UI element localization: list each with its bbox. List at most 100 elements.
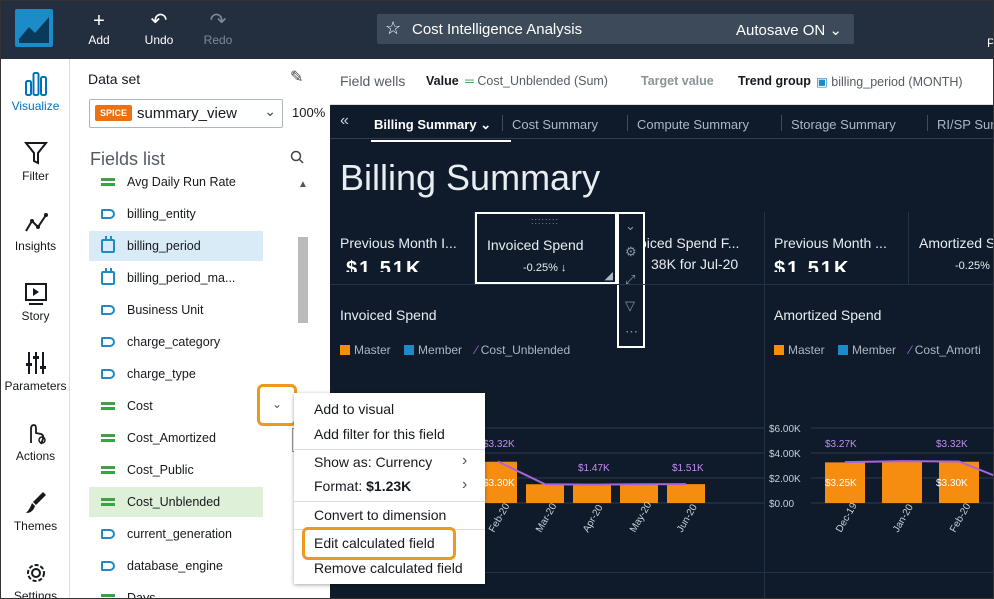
row-divider: [330, 284, 993, 285]
redo-button[interactable]: ↷ Redo: [192, 9, 244, 47]
field-item[interactable]: Days: [89, 583, 263, 598]
collapse-chevron-icon[interactable]: ⌄: [625, 218, 636, 234]
tab-storage-summary[interactable]: Storage Summary: [791, 117, 896, 132]
search-icon[interactable]: [290, 150, 304, 169]
tab-billing-summary[interactable]: Billing Summary ⌄: [370, 117, 512, 142]
trend-group-label: Trend group: [738, 74, 811, 88]
field-item-selected[interactable]: Cost_Unblended: [89, 487, 263, 517]
measure-icon: [101, 495, 115, 509]
kpi-invoiced-spend-forecast[interactable]: oiced Spend F... 38K for Jul-20: [635, 212, 765, 284]
legend-item-master[interactable]: Master: [774, 343, 825, 357]
legend-item-line[interactable]: ⁄ Cost_Unblended: [475, 343, 570, 357]
autosave-dropdown[interactable]: Autosave ON ⌄: [736, 21, 842, 39]
legend-swatch: [774, 345, 784, 355]
amortized-spend-chart[interactable]: $6.00K $4.00K $2.00K $0.00 Dec-19 Jan-20 Feb-2…: [765, 405, 994, 555]
fields-panel: Data set ✎ SPICE summary_view ⌄ 100% Fie…: [70, 59, 330, 598]
field-item[interactable]: charge_category: [89, 327, 263, 357]
profile-initial[interactable]: P: [987, 36, 993, 50]
kpi-previous-month-amortized[interactable]: Previous Month ... $1 51K: [764, 212, 909, 284]
menu-format[interactable]: Format: $1.23K ›: [314, 476, 467, 494]
field-item[interactable]: billing_period_ma...: [89, 263, 263, 293]
field-context-menu: Add to visual Add filter for this field …: [294, 393, 485, 584]
legend-item-member[interactable]: Member: [838, 343, 896, 357]
field-item[interactable]: Cost_Public: [89, 455, 263, 485]
data-label: $3.25K: [825, 478, 857, 489]
tab-ri-sp-summary[interactable]: RI/SP Sur: [937, 117, 993, 132]
data-label: $1.47K: [578, 463, 610, 474]
data-label: $1.51K: [672, 463, 704, 474]
value-well-label: Value: [426, 74, 459, 88]
field-options-dropdown[interactable]: ⌄: [257, 384, 297, 426]
legend-item-member[interactable]: Member: [404, 343, 462, 357]
nav-settings[interactable]: Settings: [1, 559, 70, 598]
resize-handle-icon[interactable]: ◢: [605, 269, 613, 282]
dimension-icon: [101, 369, 115, 379]
menu-remove-calculated-field[interactable]: Remove calculated field: [314, 560, 463, 576]
scroll-thumb[interactable]: [298, 237, 308, 323]
undo-button[interactable]: ↶ Undo: [133, 9, 185, 47]
target-value-well[interactable]: Target value: [641, 74, 714, 88]
data-label: $3.30K: [483, 478, 515, 489]
tab-compute-summary[interactable]: Compute Summary: [637, 117, 749, 132]
value-well[interactable]: ═ Cost_Unblended (Sum): [465, 74, 608, 88]
legend-item-master[interactable]: Master: [340, 343, 391, 357]
field-wells-title[interactable]: Field wells: [340, 73, 405, 89]
kpi-previous-month[interactable]: Previous Month I... $1 51K: [330, 212, 475, 284]
field-item[interactable]: Cost_Amortized: [89, 423, 263, 453]
menu-add-filter[interactable]: Add filter for this field: [314, 426, 445, 442]
visual-toolbar: ⌄ ⚙ ⤢ ▽ ⋯: [617, 212, 645, 348]
nav-story[interactable]: Story: [1, 279, 70, 323]
calendar-icon: ▣: [816, 75, 828, 89]
data-label: $3.27K: [825, 439, 857, 450]
menu-show-as[interactable]: Show as: Currency ›: [314, 452, 467, 470]
x-tick-label: Mar-20: [534, 501, 560, 534]
line-swatch-icon: ⁄: [909, 343, 912, 357]
menu-separator: [294, 501, 485, 502]
field-item[interactable]: database_engine: [89, 551, 263, 581]
more-options-icon[interactable]: ⋯: [625, 324, 638, 340]
y-tick-label: $2.00K: [769, 474, 801, 485]
nav-filter[interactable]: Filter: [1, 139, 70, 183]
data-label: $3.32K: [936, 439, 968, 450]
field-item[interactable]: charge_type: [89, 359, 263, 389]
filter-funnel-icon[interactable]: ▽: [625, 298, 635, 314]
kpi-amortized-spend[interactable]: Amortized S -0.25%: [909, 212, 993, 284]
nav-actions[interactable]: Actions: [1, 419, 70, 463]
analysis-title-bar[interactable]: ☆ Cost Intelligence Analysis Autosave ON…: [377, 14, 854, 44]
nav-visualize[interactable]: Visualize: [1, 69, 70, 113]
expand-icon[interactable]: ⤢: [625, 272, 635, 288]
nav-themes[interactable]: Themes: [1, 489, 70, 533]
field-item[interactable]: billing_entity: [89, 199, 263, 229]
double-chevron-left-icon[interactable]: «: [340, 112, 349, 130]
star-icon[interactable]: ☆: [385, 18, 401, 39]
field-item[interactable]: Cost: [89, 391, 263, 421]
sheet-title: Billing Summary: [340, 157, 601, 198]
dataset-select[interactable]: SPICE summary_view ⌄: [89, 99, 283, 128]
tab-cost-summary[interactable]: Cost Summary: [512, 117, 598, 132]
dimension-icon: [101, 337, 115, 347]
measure-icon: [101, 175, 115, 189]
field-item[interactable]: Avg Daily Run Rate: [89, 167, 263, 197]
settings-gear-icon[interactable]: ⚙: [625, 244, 637, 260]
field-item[interactable]: current_generation: [89, 519, 263, 549]
x-tick-label: Jan-20: [891, 502, 916, 534]
chevron-down-icon: ⌄: [480, 117, 492, 132]
scroll-up-icon[interactable]: ▲: [298, 179, 308, 190]
field-item-selected[interactable]: billing_period: [89, 231, 263, 261]
drag-grip-icon[interactable]: ::::::::: [531, 216, 559, 226]
trend-group-well[interactable]: ▣ billing_period (MONTH): [816, 74, 963, 89]
field-item[interactable]: Business Unit: [89, 295, 263, 325]
y-tick-label: $6.00K: [769, 424, 801, 435]
bar-master: [573, 484, 611, 503]
nav-insights[interactable]: Insights: [1, 209, 70, 253]
pencil-icon[interactable]: ✎: [290, 67, 303, 87]
undo-icon: ↶: [150, 10, 168, 32]
measure-icon: [101, 431, 115, 445]
menu-convert-to-dimension[interactable]: Convert to dimension: [314, 507, 446, 523]
quicksight-logo-icon[interactable]: [15, 9, 53, 47]
menu-add-to-visual[interactable]: Add to visual: [314, 401, 394, 417]
nav-parameters[interactable]: Parameters: [1, 349, 70, 393]
add-button[interactable]: + Add: [73, 9, 125, 47]
legend-item-line[interactable]: ⁄ Cost_Amorti: [909, 343, 980, 357]
analysis-title[interactable]: Cost Intelligence Analysis: [412, 21, 582, 38]
